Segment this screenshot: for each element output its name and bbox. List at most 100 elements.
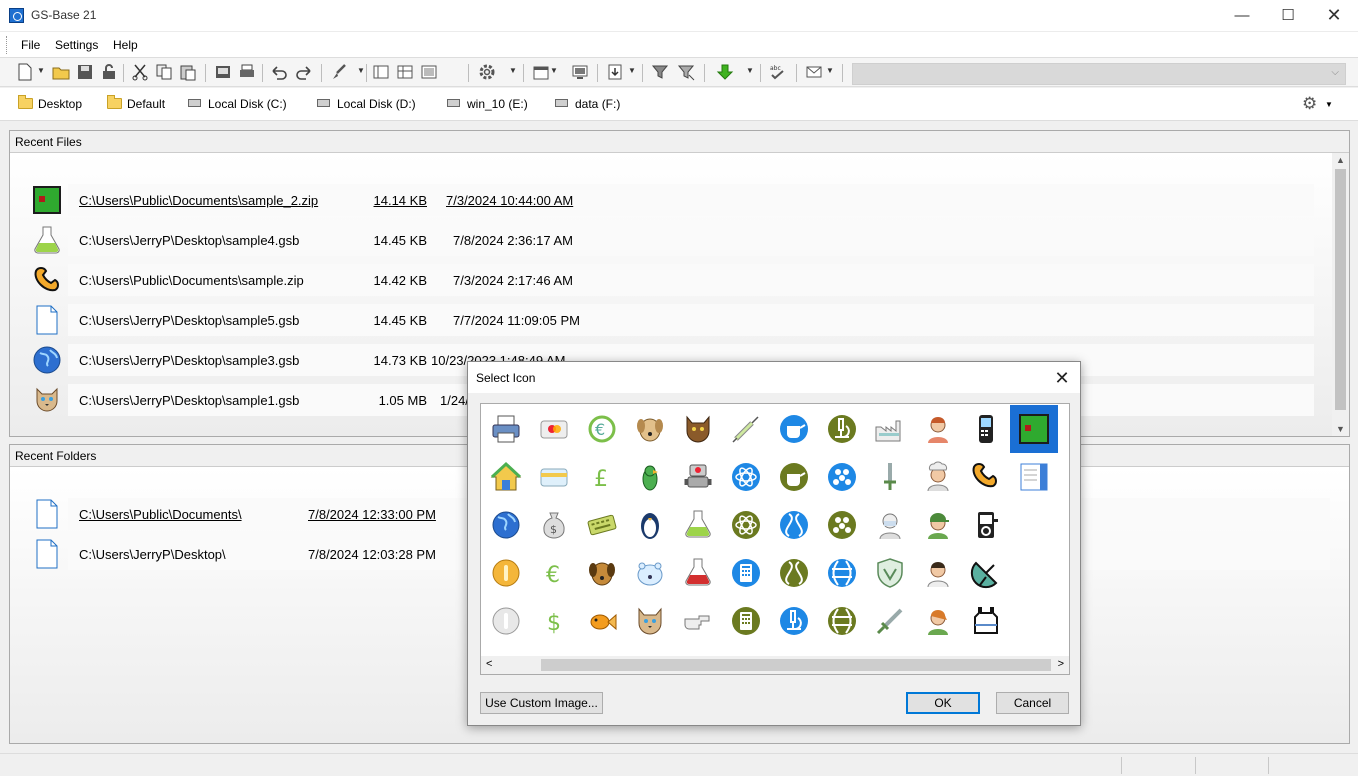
layout-3-icon[interactable] [420, 63, 438, 81]
icon-option-olive-kettle[interactable] [770, 453, 818, 501]
calendar-dropdown-arrow[interactable]: ▼ [550, 66, 558, 75]
icon-option-olive-calculator[interactable] [722, 597, 770, 645]
mail-dropdown-arrow[interactable]: ▼ [826, 66, 834, 75]
icon-option-euro[interactable]: € [578, 405, 626, 453]
icon-option-blue-microscope[interactable] [770, 597, 818, 645]
icon-option-shield[interactable] [866, 549, 914, 597]
location-default[interactable]: Default [107, 95, 165, 111]
icon-option-satellite-dish[interactable] [962, 549, 1010, 597]
cut-icon[interactable] [131, 63, 149, 81]
layout-2-icon[interactable] [396, 63, 414, 81]
menu-settings[interactable]: Settings [55, 38, 98, 52]
location-settings-gear-icon[interactable]: ⚙ [1302, 94, 1317, 114]
dialog-close-button[interactable]: ✕ [1048, 365, 1076, 391]
print-preview-icon[interactable] [214, 63, 232, 81]
icon-option-dollar[interactable]: $ [530, 597, 578, 645]
import-dropdown-arrow[interactable]: ▼ [628, 66, 636, 75]
save-icon[interactable] [76, 63, 94, 81]
icon-option-phone-handset[interactable] [962, 453, 1010, 501]
scrollbar-thumb[interactable] [1335, 169, 1346, 410]
icon-option-dog[interactable] [626, 405, 674, 453]
icon-option-chef[interactable] [914, 453, 962, 501]
icon-option-olive-dna[interactable] [770, 549, 818, 597]
gear-dropdown-arrow[interactable]: ▼ [509, 66, 517, 75]
close-button[interactable]: ✕ [1311, 0, 1357, 31]
file-path[interactable]: C:\Users\JerryP\Desktop\sample5.gsb [79, 313, 299, 328]
copy-icon[interactable] [155, 63, 173, 81]
layout-1-icon[interactable] [372, 63, 390, 81]
icon-option-dagger[interactable] [866, 597, 914, 645]
redo-icon[interactable] [295, 63, 313, 81]
icon-option-robot[interactable] [674, 453, 722, 501]
maximize-button[interactable]: ☐ [1265, 0, 1311, 31]
icon-option-credit-card[interactable] [530, 405, 578, 453]
icon-option-olive-sphere[interactable] [818, 597, 866, 645]
icon-option-blue-atom[interactable] [722, 453, 770, 501]
icon-option-blue-kettle[interactable] [770, 405, 818, 453]
icon-option-woman[interactable] [914, 405, 962, 453]
icon-option-blue-calculator[interactable] [722, 549, 770, 597]
file-path[interactable]: C:\Users\JerryP\Desktop\sample4.gsb [79, 233, 299, 248]
icon-option-syringe[interactable] [722, 405, 770, 453]
location-drive-d[interactable]: Local Disk (D:) [317, 97, 416, 111]
icon-option-media-player[interactable] [962, 501, 1010, 549]
calendar-icon[interactable] [532, 63, 550, 81]
icon-option-pointing-hand[interactable] [674, 597, 722, 645]
scroll-left-arrow[interactable]: < [486, 658, 492, 670]
folder-path[interactable]: C:\Users\Public\Documents\ [79, 507, 242, 522]
spellcheck-icon[interactable]: abc [769, 63, 787, 81]
icon-option-polar-bear[interactable] [626, 549, 674, 597]
filter-clear-icon[interactable] [677, 63, 695, 81]
icon-option-mobile-phone[interactable] [962, 405, 1010, 453]
location-drive-e[interactable]: win_10 (E:) [447, 97, 528, 111]
icon-option-pound[interactable]: £ [578, 453, 626, 501]
icon-option-parrot[interactable] [626, 453, 674, 501]
filter-icon[interactable] [651, 63, 669, 81]
paste-icon[interactable] [179, 63, 197, 81]
icon-option-girl[interactable] [914, 597, 962, 645]
scroll-down-arrow[interactable]: ▼ [1336, 424, 1345, 434]
menu-help[interactable]: Help [113, 38, 138, 52]
icon-option-factory[interactable] [866, 405, 914, 453]
icon-option-blue-molecule[interactable] [818, 453, 866, 501]
recent-file-row[interactable]: C:\Users\Public\Documents\sample.zip 14.… [10, 264, 1314, 296]
cancel-button[interactable]: Cancel [996, 692, 1069, 714]
print-icon[interactable] [238, 63, 256, 81]
screen-icon[interactable] [571, 63, 589, 81]
icon-option-olive-molecule[interactable] [818, 501, 866, 549]
scroll-right-arrow[interactable]: > [1058, 658, 1064, 670]
recent-file-row[interactable]: C:\Users\JerryP\Desktop\sample5.gsb 14.4… [10, 304, 1314, 336]
download-dropdown-arrow[interactable]: ▼ [746, 66, 754, 75]
import-icon[interactable] [606, 63, 624, 81]
menu-file[interactable]: File [21, 38, 40, 52]
icon-option-keyboard[interactable] [578, 501, 626, 549]
location-drive-c[interactable]: Local Disk (C:) [188, 97, 287, 111]
icon-option-penguin[interactable] [626, 501, 674, 549]
icon-option-coin[interactable] [482, 549, 530, 597]
folder-path[interactable]: C:\Users\JerryP\Desktop\ [79, 547, 226, 562]
use-custom-image-button[interactable]: Use Custom Image... [480, 692, 603, 714]
icon-option-silver-coin[interactable] [482, 597, 530, 645]
icon-option-bag[interactable] [962, 597, 1010, 645]
mail-icon[interactable] [805, 63, 823, 81]
scrollbar-thumb[interactable] [541, 659, 1051, 671]
icon-option-puppy[interactable] [578, 549, 626, 597]
location-desktop[interactable]: Desktop [18, 95, 82, 111]
moon-icon[interactable] [444, 63, 462, 81]
new-icon[interactable] [16, 63, 34, 81]
recent-file-row[interactable]: C:\Users\JerryP\Desktop\sample4.gsb 14.4… [10, 224, 1314, 256]
icon-option-house[interactable] [482, 453, 530, 501]
gear-icon[interactable] [478, 63, 496, 81]
brush-icon[interactable] [330, 63, 348, 81]
toolbar-combo[interactable]: ⌵ [852, 63, 1346, 85]
icon-option-euro-outline[interactable]: € [530, 549, 578, 597]
brush-dropdown-arrow[interactable]: ▼ [357, 66, 365, 75]
icon-option-printer[interactable] [482, 405, 530, 453]
icon-option-flask[interactable] [674, 501, 722, 549]
file-path[interactable]: C:\Users\JerryP\Desktop\sample1.gsb [79, 393, 299, 408]
new-dropdown-arrow[interactable]: ▼ [37, 66, 45, 75]
icon-option-sword[interactable] [866, 453, 914, 501]
icon-option-document-panel[interactable] [1010, 453, 1058, 501]
scroll-up-arrow[interactable]: ▲ [1336, 155, 1345, 165]
icon-option-blue-sphere[interactable] [818, 549, 866, 597]
